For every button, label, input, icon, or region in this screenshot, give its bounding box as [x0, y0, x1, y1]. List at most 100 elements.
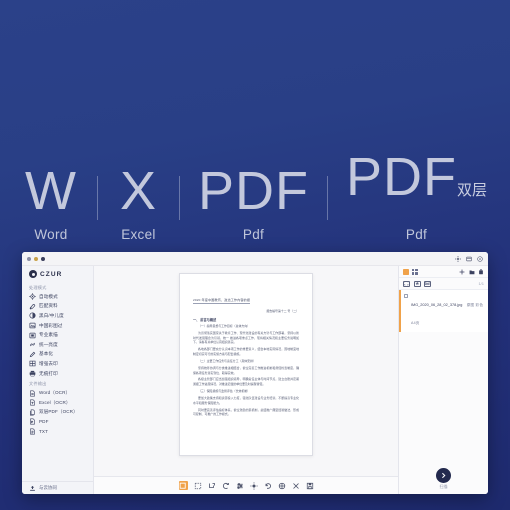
sidebar-item-basic[interactable]: 基本化: [22, 350, 93, 360]
crop-active-icon[interactable]: [178, 481, 188, 490]
color-wheel-icon[interactable]: [278, 482, 286, 490]
file-panel-subtoolbar: 1/1: [399, 278, 488, 290]
rotate-icon[interactable]: [222, 482, 230, 490]
document-paragraph: 为贯彻落实国家关于教育工作、现代化建设的有关方针与工作部署，坚持以新时代发展理念…: [193, 331, 299, 345]
capture-icon[interactable]: [413, 280, 421, 287]
sidebar-item-export-excel[interactable]: Excel（OCR）: [22, 398, 93, 408]
sidebar-footer-label: 与云协同: [39, 485, 57, 490]
pdf-file-icon: [29, 418, 36, 425]
editing-toolbar: [94, 476, 398, 494]
view-mode-group: [403, 268, 418, 275]
minimize-button[interactable]: [34, 256, 38, 261]
maximize-button[interactable]: [41, 256, 45, 261]
sidebar-scroll[interactable]: 处理模式 自动模式 匹配资料 黑白/中儿度 中国彩图过 专业素描 统一亮度 基本…: [22, 282, 93, 481]
app-window: CZUR 处理模式 自动模式 匹配资料 黑白/中儿度 中国彩图过 专业素描 统一…: [22, 252, 488, 494]
window-icon[interactable]: [466, 256, 472, 262]
sidebar-item-deshadow-label: 增强去印: [39, 360, 58, 366]
format-pdf: PDF Pdf: [194, 164, 313, 242]
gear-icon[interactable]: [455, 256, 461, 262]
format-pdf-layered: PDF双层 Pdf: [342, 150, 491, 242]
sidebar-item-deshadow[interactable]: 增强去印: [22, 359, 93, 369]
folder-icon[interactable]: [469, 269, 475, 275]
banner-divider-1: [96, 176, 98, 220]
sidebar-item-contrast[interactable]: 黑白/中儿度: [22, 311, 93, 321]
file-checkbox[interactable]: [404, 293, 408, 298]
contrast-icon: [29, 312, 36, 320]
document-paragraph: 各地各部门要充分认识本项工作的重要意义，结合本地实际情况，因地制宜地制定切实可行…: [193, 347, 299, 357]
select-area-icon[interactable]: [194, 482, 202, 490]
sidebar-item-auto[interactable]: 自动模式: [22, 292, 93, 302]
flip-icon[interactable]: [292, 482, 300, 490]
document-paragraph: （二）主要工作任务与责任分工（具体安排）: [198, 358, 256, 363]
scan-icon[interactable]: [403, 280, 410, 287]
document-icon: [29, 303, 36, 310]
sidebar-item-basic-label: 基本化: [39, 351, 54, 357]
txt-file-icon: [29, 428, 36, 435]
sidebar-item-uniform-brightness[interactable]: 统一亮度: [22, 340, 93, 350]
list-item[interactable]: IMG_2020_06_28_02_378.jpg 原图 彩色 A4页: [399, 290, 488, 332]
czur-mark-icon: [29, 270, 37, 278]
sidebar-item-export-txt[interactable]: TXT: [22, 427, 93, 437]
sidebar-item-document[interactable]: 匹配资料: [22, 302, 93, 312]
sidebar-item-export-word[interactable]: Word（OCR）: [22, 388, 93, 398]
sidebar-item-print[interactable]: 无痕打印: [22, 369, 93, 379]
document-viewer: 2020 年度中国教育、政治工作内容的报 报告编号第十二 号（二） 一、 前言与…: [94, 266, 398, 494]
document-paragraph: 要加大政策支持和资源投入力度，强化队伍建设与业务培训，不断提高专业化水平和服务保…: [193, 395, 299, 405]
sidebar-footer[interactable]: 与云协同: [22, 481, 93, 494]
banner-divider-3: [326, 176, 328, 220]
page-scroll-area[interactable]: 2020 年度中国教育、政治工作内容的报 报告编号第十二 号（二） 一、 前言与…: [94, 266, 398, 476]
file-panel: 1/1 IMG_2020_06_28_02_378.jpg 原图 彩色 A4页 …: [398, 266, 488, 494]
grid-view-icon[interactable]: [411, 268, 418, 275]
sidebar-item-photo[interactable]: 中国彩图过: [22, 321, 93, 331]
frame-icon: [29, 332, 36, 339]
format-word: W Word: [19, 164, 83, 242]
file-name: IMG_2020_06_28_02_378.jpg: [411, 303, 463, 307]
undo-icon[interactable]: [264, 482, 272, 490]
format-excel-glyph: X: [119, 161, 157, 221]
brightness-icon[interactable]: [249, 481, 258, 490]
window-controls: [27, 256, 45, 261]
document-page[interactable]: 2020 年度中国教育、政治工作内容的报 报告编号第十二 号（二） 一、 前言与…: [179, 273, 313, 456]
file-actions: [459, 268, 484, 275]
format-pdf-label: Pdf: [242, 227, 265, 242]
save-icon[interactable]: [306, 482, 314, 490]
trim-icon[interactable]: [208, 482, 216, 490]
image-icon[interactable]: [424, 280, 431, 287]
sidebar-item-auto-label: 自动模式: [39, 293, 58, 299]
list-view-icon[interactable]: [403, 268, 409, 275]
close-button[interactable]: [27, 256, 31, 261]
sidebar-item-print-label: 无痕打印: [39, 370, 58, 376]
scan-next-button[interactable]: [436, 467, 451, 483]
delete-icon[interactable]: [478, 268, 484, 275]
format-word-label: Word: [34, 227, 68, 242]
help-icon[interactable]: [477, 256, 483, 262]
word-file-icon: [29, 390, 36, 397]
levels-icon[interactable]: [236, 482, 244, 490]
scan-action-footer: 扫描: [399, 464, 488, 494]
add-icon[interactable]: [459, 269, 465, 275]
format-pdf-glyph: PDF: [197, 161, 309, 221]
document-paragraph: 各级主管部门应当加强组织领导，明确责任主体与时间节点，建立台账并定期通报工作进展…: [193, 377, 299, 387]
section-title-export: 文件输出: [29, 381, 47, 387]
grid-icon: [29, 360, 36, 367]
sidebar-item-export-pdf[interactable]: PDF: [22, 417, 93, 427]
link-icon: [29, 341, 36, 348]
photo-icon: [29, 322, 36, 329]
format-pdf-layered-sup: 双层: [456, 182, 487, 199]
window-body: CZUR 处理模式 自动模式 匹配资料 黑白/中儿度 中国彩图过 专业素描 统一…: [22, 266, 488, 494]
edit-icon: [29, 351, 36, 358]
format-excel: X Excel: [112, 164, 165, 242]
document-subtitle: 报告编号第十二 号（二）: [266, 309, 299, 313]
sidebar-item-sketch-label: 专业素描: [39, 332, 58, 338]
left-sidebar: CZUR 处理模式 自动模式 匹配资料 黑白/中儿度 中国彩图过 专业素描 统一…: [22, 266, 94, 494]
format-word-glyph: W: [24, 161, 77, 221]
document-paragraph: 同时要完善评估指标体系，健全激励约束机制，总结推广典型经验做法，形成可复制、可推…: [193, 407, 299, 417]
file-list[interactable]: IMG_2020_06_28_02_378.jpg 原图 彩色 A4页: [399, 290, 488, 464]
sidebar-item-sketch[interactable]: 专业素描: [22, 330, 93, 340]
chevron-right-icon: [442, 472, 446, 478]
sidebar-item-export-pdf-label: PDF: [39, 419, 49, 425]
file-panel-header: [399, 266, 488, 278]
sidebar-item-uniform-brightness-label: 统一亮度: [39, 341, 58, 347]
cloud-sync-icon: [29, 485, 36, 492]
sidebar-item-export-pdf-layered[interactable]: 双层PDF（OCR）: [22, 408, 93, 418]
